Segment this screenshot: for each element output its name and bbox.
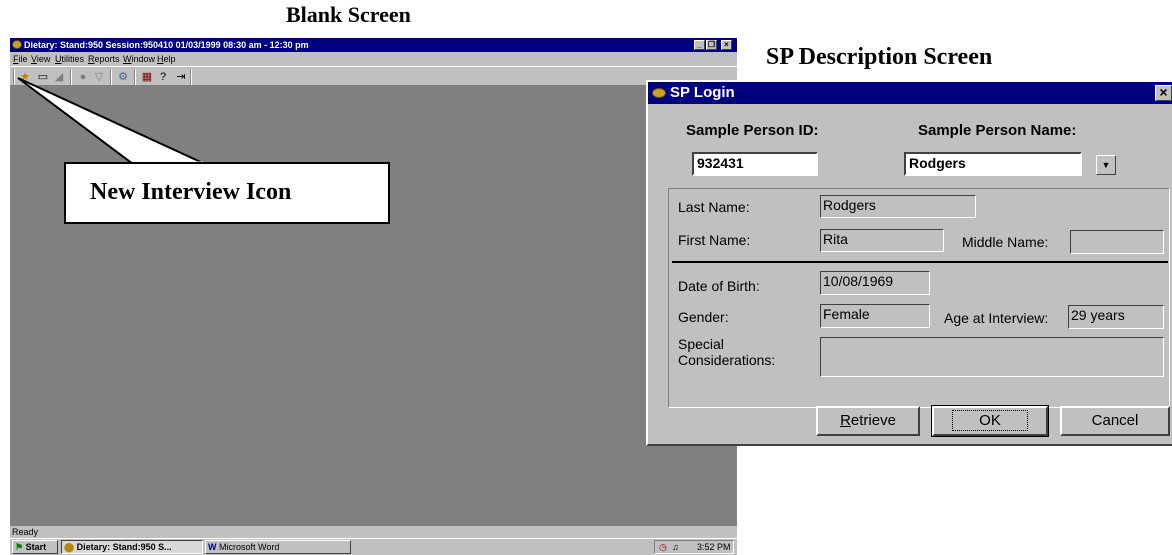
menu-help[interactable]: Help	[157, 52, 176, 66]
first-name-field: Rita	[820, 229, 944, 252]
toolbar-separator	[13, 69, 15, 85]
menu-file[interactable]: File	[13, 52, 28, 66]
person-icon[interactable]: ●	[76, 70, 90, 84]
menu-reports[interactable]: Reports	[88, 52, 120, 66]
dob-field: 10/08/1969	[820, 271, 930, 295]
status-text: Ready	[12, 527, 39, 537]
last-name-label: Last Name:	[678, 199, 750, 215]
save-icon[interactable]: ◢	[52, 70, 66, 84]
sp-name-select[interactable]: Rodgers	[904, 152, 1082, 176]
app-burger-icon	[652, 88, 666, 98]
toolbar-separator	[70, 69, 72, 85]
close-button[interactable]: ×	[721, 40, 732, 50]
sp-id-label: Sample Person ID:	[686, 122, 819, 139]
toolbar-separator	[190, 69, 192, 85]
blank-screen-caption: Blank Screen	[286, 2, 411, 27]
mdi-client-area	[10, 86, 737, 526]
new-interview-icon[interactable]: ★	[18, 70, 32, 84]
middle-name-field	[1070, 230, 1164, 254]
clock-tray-icon[interactable]: ◷	[659, 541, 667, 553]
chart-icon[interactable]: ▦	[140, 70, 154, 84]
sound-tray-icon[interactable]: ♫	[672, 541, 679, 553]
start-button[interactable]: ⚑ Start	[12, 540, 58, 554]
first-name-label: First Name:	[678, 232, 751, 248]
word-icon: W	[208, 542, 217, 552]
menu-bar: File View Utilities Reports Window Help	[10, 52, 737, 66]
toolbar-separator	[110, 69, 112, 85]
sp-name-label: Sample Person Name:	[918, 122, 1077, 139]
help-icon[interactable]: ?	[156, 70, 170, 84]
toolbar-separator	[134, 69, 136, 85]
tray-clock: 3:52 PM	[697, 542, 731, 552]
status-bar: Ready	[10, 526, 737, 538]
app-burger-icon: ⬤	[64, 542, 75, 552]
chevron-down-icon[interactable]: ▼	[1096, 155, 1116, 175]
dialog-title: SP Login	[670, 84, 735, 101]
taskbar-item-label: Microsoft Word	[219, 542, 280, 552]
windows-taskbar: ⚑ Start ⬤ Dietary: Stand:950 S... W Micr…	[10, 538, 737, 555]
ok-button[interactable]: OK	[931, 405, 1049, 437]
age-field: 29 years	[1068, 305, 1164, 329]
age-label: Age at Interview:	[944, 310, 1049, 326]
dialog-close-button[interactable]: ×	[1155, 85, 1172, 101]
special-label-line2: Considerations:	[678, 352, 776, 368]
special-considerations-label: Special Considerations:	[678, 336, 775, 368]
sp-description-screen-caption: SP Description Screen	[766, 44, 993, 70]
tools-icon[interactable]: ⚙	[116, 70, 130, 84]
menu-utilities[interactable]: Utilities	[55, 52, 84, 66]
callout-text: New Interview Icon	[90, 179, 292, 205]
taskbar-item-label: Dietary: Stand:950 S...	[76, 542, 172, 552]
app-title: Dietary: Stand:950 Session:950410 01/03/…	[24, 40, 309, 50]
retrieve-button[interactable]: Retrieve	[816, 406, 920, 436]
section-divider	[672, 261, 1168, 263]
special-label-line1: Special	[678, 336, 724, 352]
new-interview-icon-callout: New Interview Icon	[64, 162, 390, 224]
special-considerations-field	[820, 337, 1164, 377]
app-titlebar[interactable]: Dietary: Stand:950 Session:950410 01/03/…	[10, 38, 737, 52]
exit-icon[interactable]: ⇥	[174, 70, 188, 84]
maximize-button[interactable]: ❒	[706, 40, 717, 50]
app-burger-icon	[12, 40, 22, 49]
last-name-field: Rodgers	[820, 195, 976, 218]
menu-view[interactable]: View	[31, 52, 50, 66]
cancel-button[interactable]: Cancel	[1060, 406, 1170, 436]
gender-label: Gender:	[678, 309, 729, 325]
menu-window[interactable]: Window	[123, 52, 155, 66]
clipboard-icon[interactable]: ▭	[36, 70, 50, 84]
dietary-app-window: Dietary: Stand:950 Session:950410 01/03/…	[10, 38, 737, 555]
filter-icon[interactable]: ▽	[92, 70, 106, 84]
middle-name-label: Middle Name:	[962, 234, 1049, 250]
system-tray: ◷ ♫ 3:52 PM	[654, 540, 734, 554]
dialog-titlebar[interactable]: SP Login ×	[648, 82, 1172, 104]
windows-logo-icon: ⚑	[15, 542, 24, 552]
taskbar-item-word[interactable]: W Microsoft Word	[205, 540, 351, 554]
dob-label: Date of Birth:	[678, 278, 760, 294]
sp-id-input[interactable]: 932431	[692, 152, 818, 176]
start-label: Start	[25, 542, 47, 552]
gender-field: Female	[820, 304, 930, 328]
taskbar-item-dietary[interactable]: ⬤ Dietary: Stand:950 S...	[61, 540, 203, 554]
minimize-button[interactable]: _	[694, 40, 705, 50]
toolbar: ★ ▭ ◢ ● ▽ ⚙ ▦ ? ⇥	[10, 66, 737, 86]
sp-login-dialog: SP Login × Sample Person ID: Sample Pers…	[646, 80, 1172, 446]
